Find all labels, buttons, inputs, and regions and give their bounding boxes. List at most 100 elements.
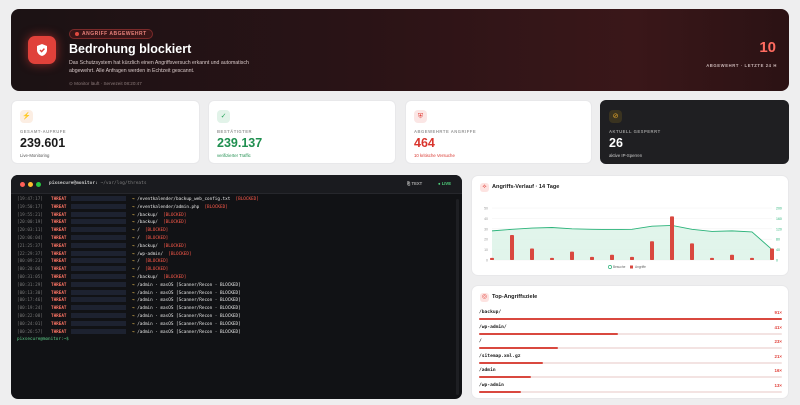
- target-bar-fill: [479, 376, 531, 378]
- banner-description: Das Schutzsystem hat kürzlich einen Angr…: [69, 60, 249, 74]
- threat-label: THREAT: [51, 220, 67, 226]
- log-status: [BLOCKED]: [163, 274, 187, 280]
- redacted-ip: [71, 219, 126, 225]
- log-status: [BLOCKED]: [163, 212, 187, 218]
- legend-visits-swatch: [608, 265, 612, 269]
- attack-history-panel: ⟡ Angriffs-Verlauf · 14 Tage 0 0 10 40 20 80 3…: [471, 175, 789, 276]
- top-targets-panel: ◎ Top-Angriffsziele /backup/91× /wp-admin…: [471, 285, 789, 399]
- live-indicator: ● LIVE: [438, 181, 452, 186]
- legend-attacks-swatch: [630, 265, 633, 269]
- target-bar-fill: [479, 390, 522, 393]
- attack-bar: [590, 256, 594, 260]
- log-status: [BLOCKED]: [168, 251, 192, 257]
- threat-label: THREAT: [51, 282, 67, 288]
- attack-bar: [670, 216, 674, 260]
- target-bar-track: [479, 318, 782, 320]
- redacted-ip: [71, 250, 126, 256]
- stat-value: 26: [609, 136, 623, 150]
- terminal-title: pixsecure@monitor: ~/var/log/threats: [49, 181, 147, 186]
- target-icon: ◎: [480, 293, 489, 302]
- attack-bar: [770, 248, 774, 260]
- redacted-ip: [71, 196, 126, 201]
- threat-label: THREAT: [51, 321, 67, 327]
- redacted-ip: [71, 266, 126, 272]
- blocked-count: 10: [759, 39, 776, 56]
- stat-label: BESTÄTIGTER: [217, 129, 253, 134]
- threat-label: THREAT: [51, 298, 67, 304]
- target-bar-track: [479, 376, 782, 378]
- status-chip: ANGRIFF ABGEWEHRT: [69, 29, 153, 39]
- log-line: [00:13:30] THREAT → /admin · masOS [Scanne…: [17, 289, 259, 298]
- log-status: [BLOCKED]: [163, 243, 187, 249]
- log-timestamp: [19:50:17]: [17, 204, 43, 210]
- terminal-prompt[interactable]: pixsecure@monitor:~$: [17, 336, 259, 344]
- target-bar-track: [479, 332, 782, 335]
- target-bar-fill: [479, 332, 619, 335]
- threat-label: THREAT: [51, 243, 67, 249]
- threat-label: THREAT: [51, 274, 67, 280]
- maximize-window-button[interactable]: [36, 182, 41, 187]
- threat-label: THREAT: [51, 306, 67, 312]
- terminal-path: ~/var/log/threats: [97, 181, 147, 186]
- legend-visits: Besuche: [613, 265, 626, 269]
- y-tick-right: 0: [776, 259, 778, 263]
- redacted-ip: [71, 234, 126, 240]
- attack-bar: [650, 241, 654, 260]
- log-status: [BLOCKED]: [144, 267, 169, 273]
- threat-label: THREAT: [51, 235, 67, 241]
- log-timestamp: [20:03:11]: [17, 228, 43, 234]
- attack-bar: [610, 254, 614, 260]
- log-line: [21:25:37] THREAT → /backup/ [BLOCKED]: [17, 242, 259, 251]
- log-path: /: [137, 228, 140, 234]
- redacted-ip: [71, 312, 126, 318]
- redacted-ip: [71, 328, 126, 334]
- threat-label: THREAT: [51, 251, 67, 257]
- attack-bar: [550, 257, 554, 260]
- log-line: [00:17:46] THREAT → /admin · masOS [Scanne…: [17, 297, 259, 305]
- threat-log-terminal: pixsecure@monitor: ~/var/log/threats ⎘ T…: [11, 175, 462, 399]
- target-path: /wp-admin/: [479, 324, 507, 330]
- attack-bar: [530, 248, 534, 260]
- log-path: /wp-admin/: [137, 251, 164, 257]
- text-mode-label: TEXT: [411, 181, 423, 186]
- activity-icon: ⚡: [20, 110, 33, 123]
- log-timestamp: [00:31:05]: [17, 274, 43, 280]
- y-tick-right: 120: [776, 227, 782, 231]
- target-count: 21×: [774, 353, 782, 359]
- target-path: /admin: [479, 368, 496, 373]
- log-path: /: [137, 235, 140, 241]
- log-status: [BLOCKED]: [144, 228, 169, 234]
- stat-value: 239.137: [217, 136, 263, 150]
- stat-sub-label: aktive IP-Sperren: [609, 153, 643, 158]
- log-line: [22:29:37] THREAT → /wp-admin/ [BLOCKED]: [17, 250, 259, 259]
- threat-label: THREAT: [51, 290, 67, 296]
- monitor-status: ⊙ Monitor läuft · Servezeit 08:20:47: [69, 81, 142, 86]
- log-timestamp: [00:19:24]: [17, 306, 43, 312]
- target-bar-fill: [479, 318, 782, 320]
- targets-title: Top-Angriffsziele: [492, 294, 538, 300]
- log-line: [20:06:04] THREAT → / [BLOCKED]: [17, 234, 259, 243]
- threat-label: THREAT: [51, 197, 67, 202]
- minimize-window-button[interactable]: [28, 182, 33, 187]
- target-path: /wp-admin: [479, 382, 504, 388]
- target-bar-track: [479, 390, 782, 393]
- target-bar-track: [479, 347, 782, 349]
- text-mode-toggle[interactable]: ⎘ TEXT: [407, 181, 422, 186]
- redacted-ip: [71, 242, 126, 248]
- close-window-button[interactable]: [20, 182, 25, 187]
- terminal-scrollbar[interactable]: [456, 199, 459, 395]
- stat-card-1: ⚡ GESAMT-AUFRUFE 239.601 Live-Monitoring: [11, 100, 200, 164]
- log-path: /backup/: [137, 243, 158, 249]
- log-line: [00:20:06] THREAT → / [BLOCKED]: [17, 266, 259, 274]
- threat-label: THREAT: [51, 267, 67, 273]
- stat-label: AKTUELL GESPERRT: [609, 129, 661, 134]
- log-path: /: [137, 267, 140, 273]
- target-path: /: [479, 339, 482, 344]
- redacted-ip: [71, 273, 126, 279]
- threat-banner: ANGRIFF ABGEWEHRT Bedrohung blockiert Da…: [11, 9, 789, 91]
- terminal-user: pixsecure@monitor:: [49, 181, 98, 186]
- y-tick-left: 10: [484, 248, 488, 252]
- log-timestamp: [20:06:04]: [17, 235, 43, 241]
- y-tick-left: 20: [484, 238, 488, 242]
- log-timestamp: [19:55:21]: [17, 212, 43, 218]
